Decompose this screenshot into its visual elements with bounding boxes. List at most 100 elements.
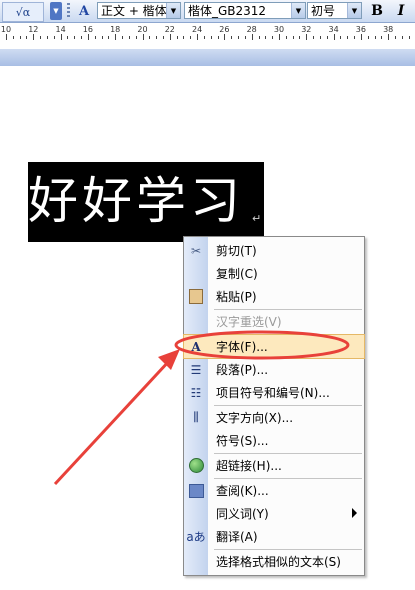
ruler-tick [33, 34, 35, 40]
ruler-tick [135, 36, 137, 39]
ruler-tick [326, 36, 328, 39]
ruler-tick [367, 36, 369, 39]
translate-icon: aあ [186, 530, 206, 544]
menu-item-translate[interactable]: aあ 翻译(A) [184, 525, 364, 548]
menu-item-synonyms[interactable]: 同义词(Y) [184, 502, 364, 525]
toolbar-options-dropdown[interactable]: ▼ [50, 2, 62, 20]
style-select[interactable]: 正文 + 楷体 ▼ [97, 2, 181, 19]
ruler-tick [217, 36, 219, 39]
ruler-tick-label: 28 [246, 25, 257, 34]
selected-document-text[interactable]: 好好学习 [28, 166, 268, 236]
ruler-tick [251, 34, 253, 40]
research-icon [184, 479, 208, 502]
menu-item-bullets-numbering[interactable]: ☷ 项目符号和编号(N)... [184, 381, 364, 404]
menu-item-paragraph[interactable]: ☰ 段落(P)... [184, 358, 364, 381]
menu-item-font[interactable]: A 字体(F)... [183, 334, 365, 359]
ruler-tick [94, 36, 96, 39]
ruler-tick [53, 36, 55, 39]
menu-item-label: 符号(S)... [216, 434, 269, 448]
styles-icon[interactable]: A [74, 2, 94, 20]
ruler-tick [149, 36, 151, 39]
ruler-tick [408, 36, 410, 39]
menu-item-copy[interactable]: 复制(C) [184, 262, 364, 285]
ruler-tick [210, 36, 212, 39]
ruler-tick [190, 36, 192, 39]
ruler-tick [40, 36, 42, 39]
ruler-tick [238, 36, 240, 39]
menu-item-cut[interactable]: ✂ 剪切(T) [184, 239, 364, 262]
ruler-tick-label: 32 [301, 25, 312, 34]
chevron-down-icon[interactable]: ▼ [166, 3, 180, 18]
paste-icon [184, 285, 208, 308]
italic-button[interactable]: I [392, 2, 410, 20]
bold-button[interactable]: B [368, 2, 386, 20]
ruler-tick [340, 36, 342, 39]
ruler-tick-label: 24 [192, 25, 203, 34]
ruler-tick [74, 36, 76, 39]
ruler-tick [142, 34, 144, 40]
menu-item-research[interactable]: 查阅(K)... [184, 479, 364, 502]
ruler-tick [292, 36, 294, 39]
ruler-tick [258, 36, 260, 39]
ruler-tick [46, 36, 48, 39]
text-direction-icon: ⫼ [193, 410, 199, 424]
menu-item-select-similar-formatting[interactable]: 选择格式相似的文本(S) [184, 550, 364, 573]
ruler-tick [115, 34, 117, 40]
ruler-tick [87, 34, 89, 40]
menu-item-label: 汉字重选(V) [216, 315, 282, 329]
ruler-tick [354, 36, 356, 39]
horizontal-ruler[interactable]: 10 12 14 16 18 20 22 24 26 28 30 32 34 36 38 [0, 23, 415, 50]
font-size-value: 初号 [311, 4, 336, 18]
ruler-tick [285, 36, 287, 39]
ruler-tick [395, 36, 397, 39]
ruler-tick [176, 36, 178, 39]
ruler-tick-label: 38 [383, 25, 394, 34]
font-value: 楷体_GB2312 [188, 4, 267, 18]
ruler-tick-label: 26 [219, 25, 230, 34]
menu-item-symbol[interactable]: 符号(S)... [184, 429, 364, 452]
ruler-tick [319, 36, 321, 39]
ruler-tick-label: 10 [0, 25, 12, 34]
ruler-tick-label: 36 [355, 25, 366, 34]
menu-item-reconvert: 汉字重选(V) [184, 310, 364, 333]
chevron-down-icon: ▼ [53, 7, 59, 15]
menu-item-label: 字体(F)... [216, 340, 268, 354]
ruler-tick [374, 36, 376, 39]
menu-item-label: 段落(P)... [216, 363, 269, 377]
menu-item-paste[interactable]: 粘贴(P) [184, 285, 364, 308]
ruler-tick [12, 36, 14, 39]
ruler-tick [265, 36, 267, 39]
menu-item-label: 项目符号和编号(N)... [216, 386, 330, 400]
ruler-tick [224, 34, 226, 40]
toolbar-grip-handle[interactable] [67, 3, 70, 19]
chevron-down-icon[interactable]: ▼ [291, 3, 305, 18]
ruler-tick [360, 34, 362, 40]
font-size-select[interactable]: 初号 ▼ [307, 2, 362, 19]
menu-item-text-direction[interactable]: ⫼ 文字方向(X)... [184, 406, 364, 429]
ruler-tick [388, 34, 390, 40]
menu-item-label: 翻译(A) [216, 530, 258, 544]
menu-item-label: 粘贴(P) [216, 290, 257, 304]
ruler-tick [381, 36, 383, 39]
paragraph-mark: ↵ [252, 212, 262, 225]
ruler-tick [197, 34, 199, 40]
ruler-tick [231, 36, 233, 39]
ruler-tick-label: 12 [28, 25, 39, 34]
ruler-tick [169, 34, 171, 40]
ruler-tick-label: 20 [137, 25, 148, 34]
ruler-tick [60, 34, 62, 40]
ruler-tick [272, 36, 274, 39]
ruler-tick-label: 14 [55, 25, 66, 34]
ruler-tick [244, 36, 246, 39]
hyperlink-globe-icon [184, 454, 208, 477]
font-select[interactable]: 楷体_GB2312 ▼ [184, 2, 306, 19]
menu-item-label: 选择格式相似的文本(S) [216, 555, 341, 569]
menu-item-hyperlink[interactable]: 超链接(H)... [184, 454, 364, 477]
ruler-tick [401, 36, 403, 39]
bullets-icon: ☷ [190, 385, 202, 400]
equation-icon[interactable]: √α [2, 2, 44, 22]
ruler-tick [313, 36, 315, 39]
annotation-arrow-shaft [53, 358, 172, 486]
chevron-down-icon[interactable]: ▼ [347, 3, 361, 18]
ruler-tick [203, 36, 205, 39]
